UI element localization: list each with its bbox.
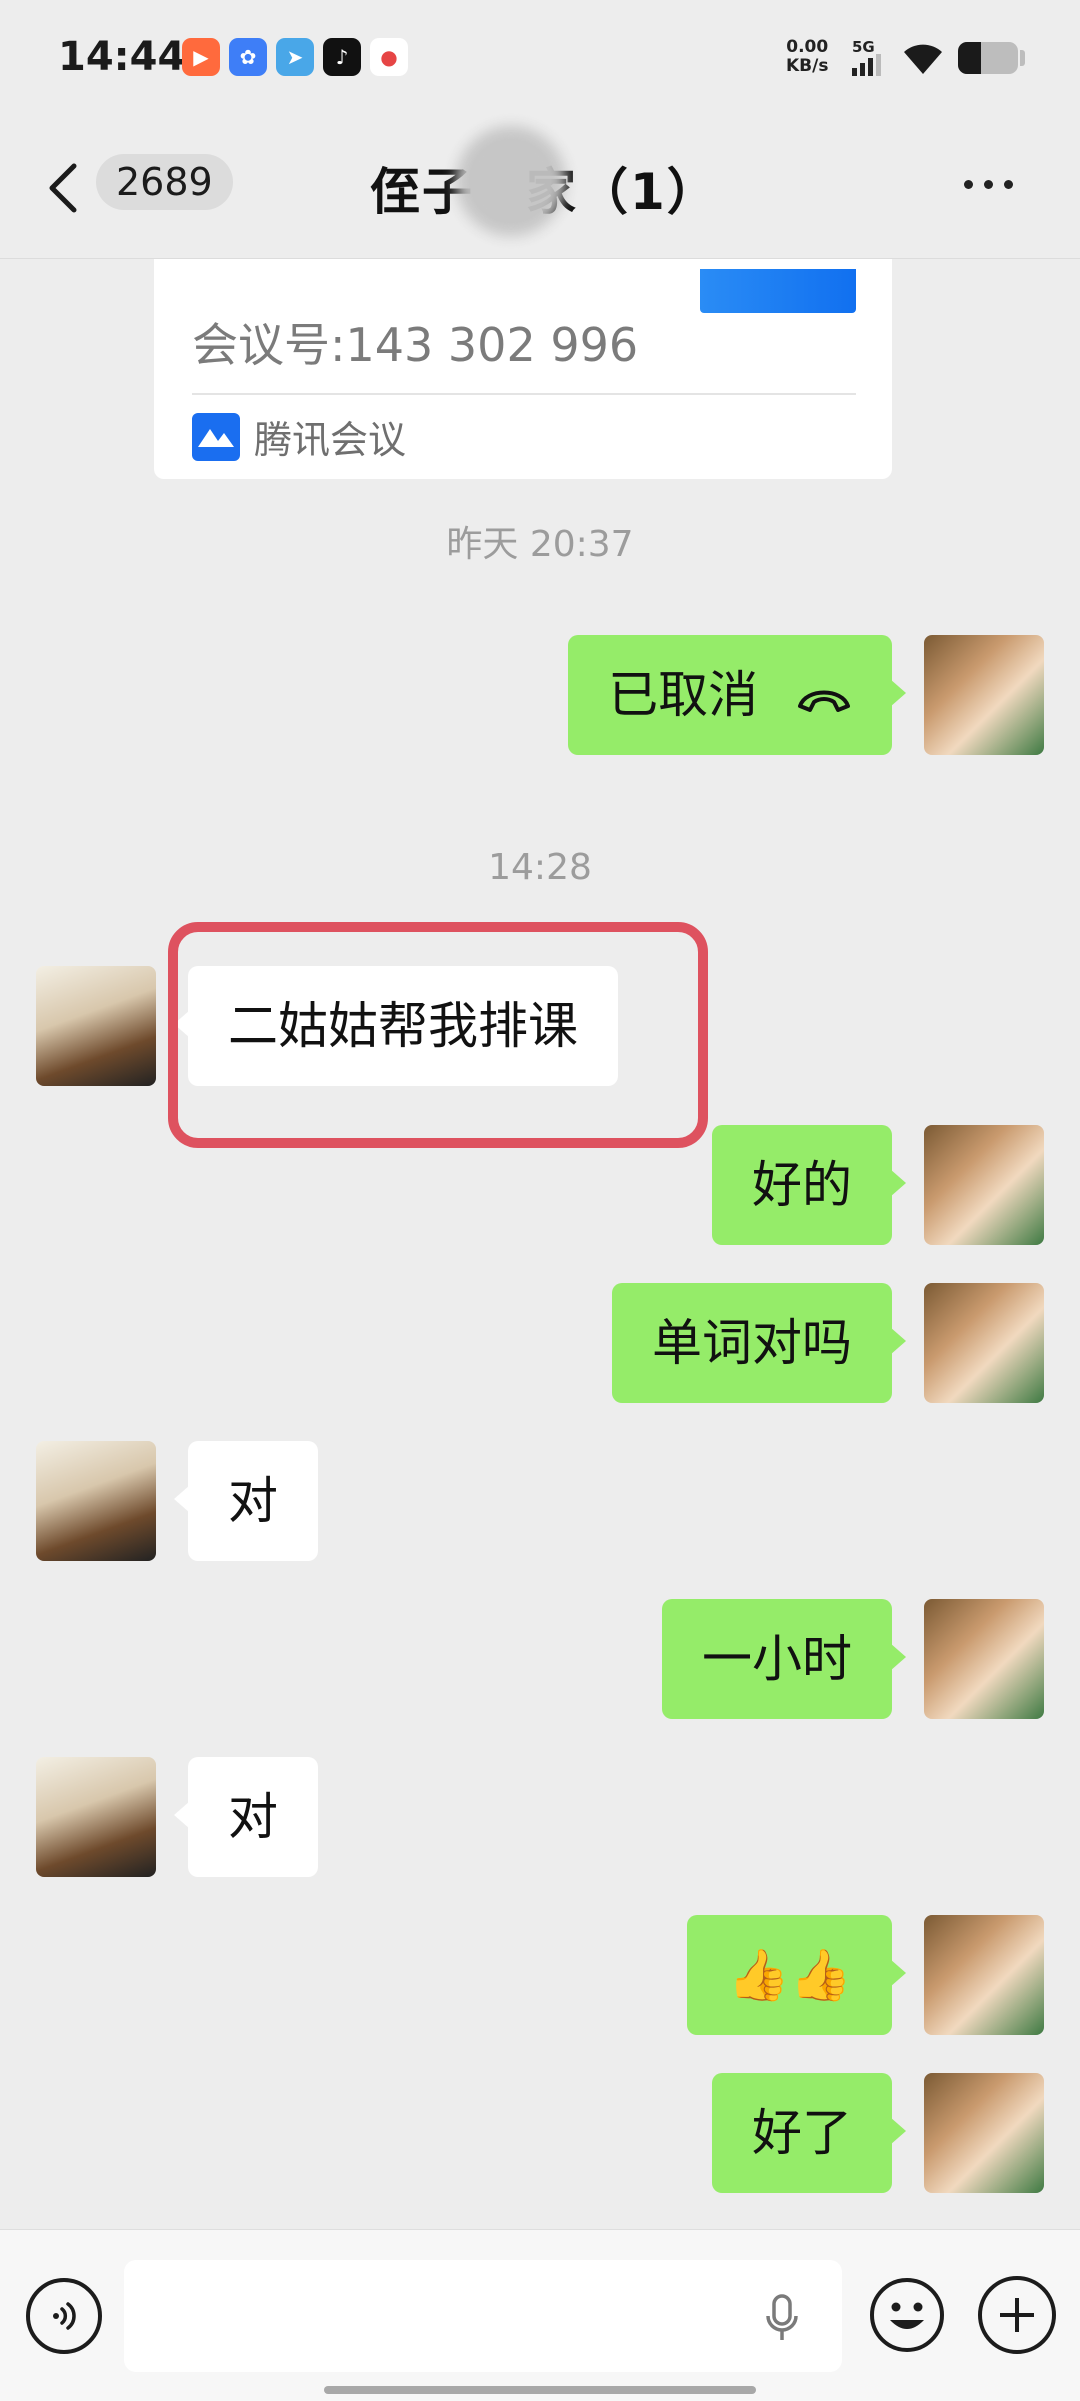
my-avatar[interactable] — [924, 1283, 1044, 1403]
network-speed-unit: KB/s — [786, 56, 829, 76]
contact-avatar[interactable] — [36, 1441, 156, 1561]
message-text: 好了 — [752, 2104, 852, 2162]
meeting-card[interactable]: 会议号:143 302 996 腾讯会议 — [154, 259, 892, 479]
back-icon[interactable] — [46, 162, 80, 214]
tiktok-icon: ♪ — [323, 38, 361, 76]
timestamp: 14:28 — [488, 847, 592, 888]
message-text: 单词对吗 — [652, 1314, 852, 1372]
my-avatar[interactable] — [924, 1125, 1044, 1245]
baidu-icon: ✿ — [229, 38, 267, 76]
privacy-blur — [456, 126, 566, 236]
message-text: 对 — [228, 1788, 278, 1846]
signal-icon — [852, 54, 881, 76]
voice-toggle-button[interactable] — [26, 2278, 102, 2354]
meeting-id: 会议号:143 302 996 — [192, 318, 639, 372]
my-avatar[interactable] — [924, 1915, 1044, 2035]
map-pin-icon: ● — [370, 38, 408, 76]
message-list[interactable]: 会议号:143 302 996 腾讯会议 昨天 20:37 已取消 14:28 … — [0, 259, 1080, 2229]
message-text: 已取消 — [608, 666, 759, 724]
chat-header: 2689 侄子 家（1） — [0, 118, 1080, 259]
contact-avatar[interactable] — [36, 1757, 156, 1877]
join-meeting-button[interactable] — [700, 269, 856, 313]
voice-icon — [53, 2302, 76, 2330]
more-actions-button[interactable] — [978, 2276, 1056, 2354]
status-bar: 14:44 ▶ ✿ ➤ ♪ ● 0.00 KB/s 5G — [0, 0, 1080, 118]
message-bubble[interactable]: 好的 — [712, 1125, 906, 1245]
network-speed: 0.00 KB/s — [786, 38, 828, 76]
my-avatar[interactable] — [924, 635, 1044, 755]
message-bubble[interactable]: 好了 — [712, 2073, 906, 2193]
message-text: 对 — [228, 1472, 278, 1530]
message-text: 👍👍 — [727, 1946, 852, 2004]
message-bubble[interactable]: 已取消 — [568, 635, 906, 755]
wifi-icon — [904, 44, 942, 74]
microphone-icon[interactable] — [764, 2294, 800, 2344]
network-speed-value: 0.00 — [786, 37, 829, 57]
hangup-icon — [798, 690, 850, 712]
contact-avatar[interactable] — [36, 966, 156, 1086]
message-bubble[interactable]: 一小时 — [662, 1599, 906, 1719]
emoji-icon[interactable] — [868, 2276, 946, 2354]
card-source-label: 腾讯会议 — [254, 418, 407, 462]
kuaishou-icon: ▶ — [182, 38, 220, 76]
tencent-meeting-icon — [192, 412, 240, 461]
home-indicator[interactable] — [324, 2386, 756, 2394]
more-options-icon[interactable] — [964, 180, 1013, 189]
message-bubble[interactable]: 单词对吗 — [612, 1283, 906, 1403]
notification-icons: ▶ ✿ ➤ ♪ ● — [182, 38, 408, 76]
highlight-annotation — [168, 922, 708, 1148]
input-bar — [0, 2229, 1080, 2401]
message-text: 一小时 — [702, 1630, 852, 1688]
message-bubble[interactable]: 对 — [174, 1441, 318, 1561]
status-time: 14:44 — [58, 34, 186, 80]
my-avatar[interactable] — [924, 2073, 1044, 2193]
message-input[interactable] — [124, 2260, 842, 2372]
message-bubble[interactable]: 对 — [174, 1757, 318, 1877]
battery-tip — [1020, 50, 1025, 66]
unread-count-badge[interactable]: 2689 — [96, 154, 233, 210]
message-bubble[interactable]: 👍👍 — [687, 1915, 906, 2035]
card-source: 腾讯会议 — [192, 409, 406, 464]
telegram-icon: ➤ — [276, 38, 314, 76]
message-text: 好的 — [752, 1156, 852, 1214]
timestamp: 昨天 20:37 — [446, 524, 634, 565]
battery-icon — [958, 42, 1018, 74]
my-avatar[interactable] — [924, 1599, 1044, 1719]
card-divider — [192, 393, 856, 395]
